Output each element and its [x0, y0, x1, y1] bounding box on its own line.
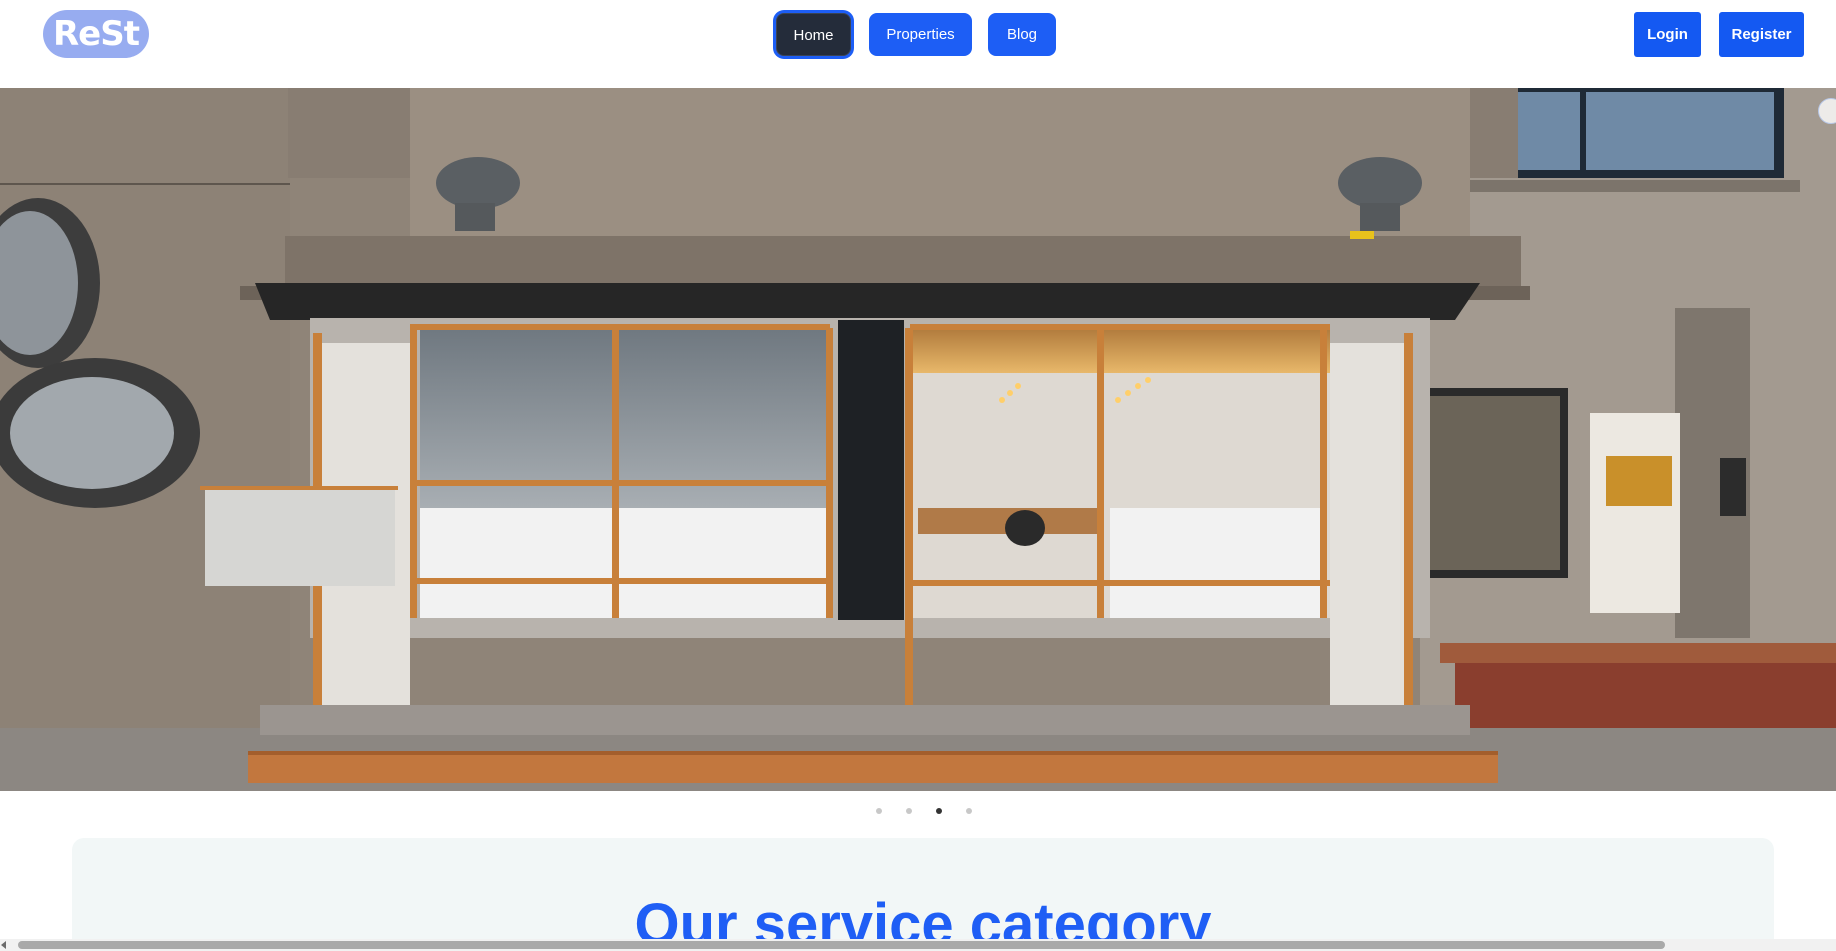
nav-properties-button[interactable]: Properties — [869, 13, 972, 56]
scroll-left-arrow-icon[interactable] — [1, 941, 6, 949]
horizontal-scrollbar[interactable] — [0, 939, 1836, 951]
page: ReSt Home Properties Blog Login Register — [0, 0, 1836, 951]
hero-slide-image — [0, 88, 1836, 791]
register-button[interactable]: Register — [1719, 12, 1804, 57]
login-button[interactable]: Login — [1634, 12, 1701, 57]
scrollbar-thumb[interactable] — [18, 941, 1665, 949]
carousel-dot-2[interactable] — [906, 808, 912, 814]
carousel-indicators — [0, 808, 1836, 818]
site-header: ReSt Home Properties Blog Login Register — [0, 0, 1836, 88]
service-category-section: Our service category — [72, 838, 1774, 951]
carousel-dot-4[interactable] — [966, 808, 972, 814]
main-nav: Home Properties Blog — [0, 13, 1836, 56]
nav-blog-button[interactable]: Blog — [988, 13, 1056, 56]
hero-carousel[interactable] — [0, 88, 1836, 791]
carousel-dot-3[interactable] — [936, 808, 942, 814]
nav-home-button[interactable]: Home — [776, 13, 851, 56]
carousel-dot-1[interactable] — [876, 808, 882, 814]
